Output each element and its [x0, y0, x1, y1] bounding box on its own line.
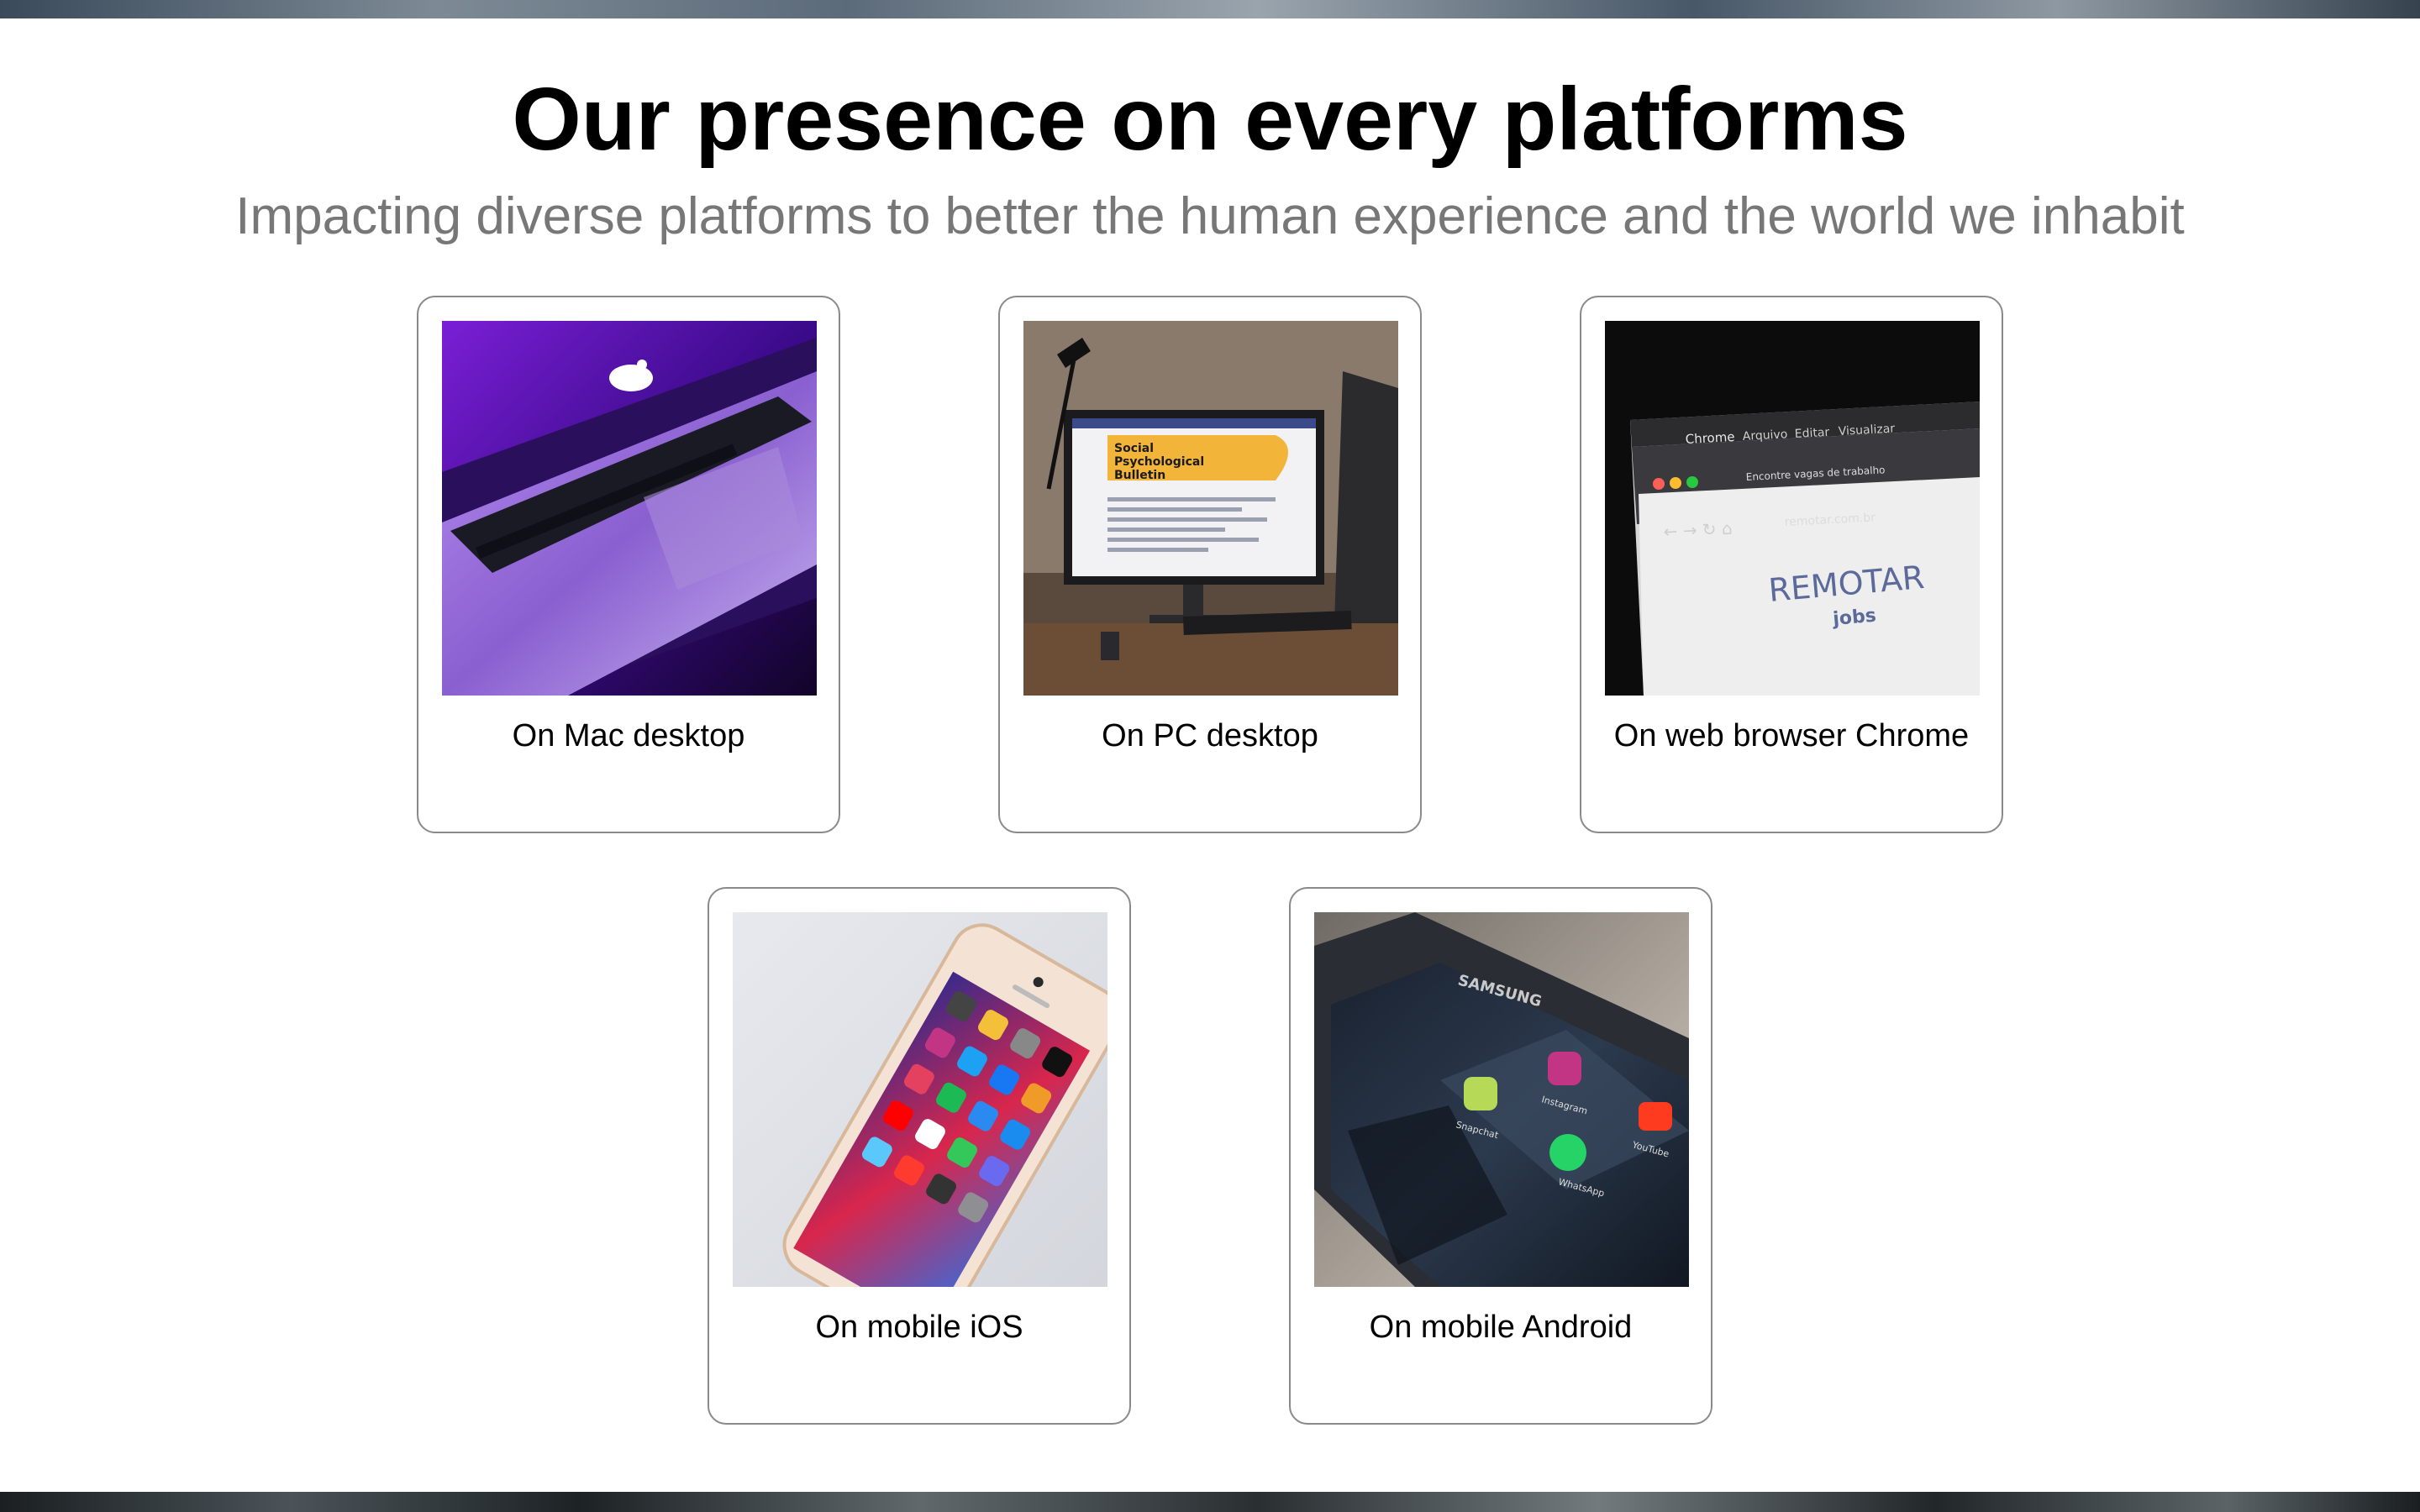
platform-label: On PC desktop [1102, 718, 1318, 753]
platform-label: On mobile iOS [815, 1310, 1023, 1345]
platform-card-chrome: Chrome Arquivo Editar Visualizar Encontr… [1580, 296, 2003, 833]
remotar-logo-sub: jobs [1831, 606, 1876, 630]
iphone-illustration [733, 912, 1107, 1287]
top-hero-image-strip [0, 0, 2420, 18]
chrome-menu-app: Chrome [1685, 429, 1735, 447]
bottom-hero-image-strip [0, 1492, 2420, 1512]
browser-photo: Chrome Arquivo Editar Visualizar Encontr… [1605, 321, 1980, 696]
pc-monitor-photo: Social Psychological Bulletin [1023, 321, 1398, 696]
laptop-illustration [442, 321, 817, 696]
laptop-photo [442, 321, 817, 696]
browser-illustration: Chrome Arquivo Editar Visualizar Encontr… [1605, 321, 1980, 696]
chrome-menu-file: Arquivo [1742, 428, 1787, 444]
platform-card-android: SAMSUNG Snapchat Instagram WhatsApp YouT… [1289, 887, 1712, 1425]
chrome-menu-edit: Editar [1794, 426, 1829, 441]
iphone-photo [733, 912, 1107, 1287]
pc-screen-heading-3: Bulletin [1114, 469, 1165, 482]
platform-label: On Mac desktop [512, 718, 745, 753]
platform-label: On web browser Chrome [1613, 718, 1970, 753]
pc-monitor-illustration: Social Psychological Bulletin [1023, 321, 1398, 696]
platform-card-mac: On Mac desktop [417, 296, 840, 833]
android-phone-illustration: SAMSUNG Snapchat Instagram WhatsApp YouT… [1314, 912, 1689, 1287]
android-phone-photo: SAMSUNG Snapchat Instagram WhatsApp YouT… [1314, 912, 1689, 1287]
platform-card-pc: Social Psychological Bulletin On PC desk… [998, 296, 1422, 833]
section-title: Our presence on every platforms [512, 70, 1908, 169]
pc-screen-heading-1: Social [1114, 442, 1154, 455]
platform-label: On mobile Android [1369, 1310, 1633, 1345]
pc-screen-heading-2: Psychological [1114, 455, 1204, 469]
chrome-nav-arrows: ← → ↻ ⌂ [1663, 518, 1733, 542]
platform-card-ios: On mobile iOS [708, 887, 1131, 1425]
section-subtitle: Impacting diverse platforms to better th… [235, 187, 2185, 245]
